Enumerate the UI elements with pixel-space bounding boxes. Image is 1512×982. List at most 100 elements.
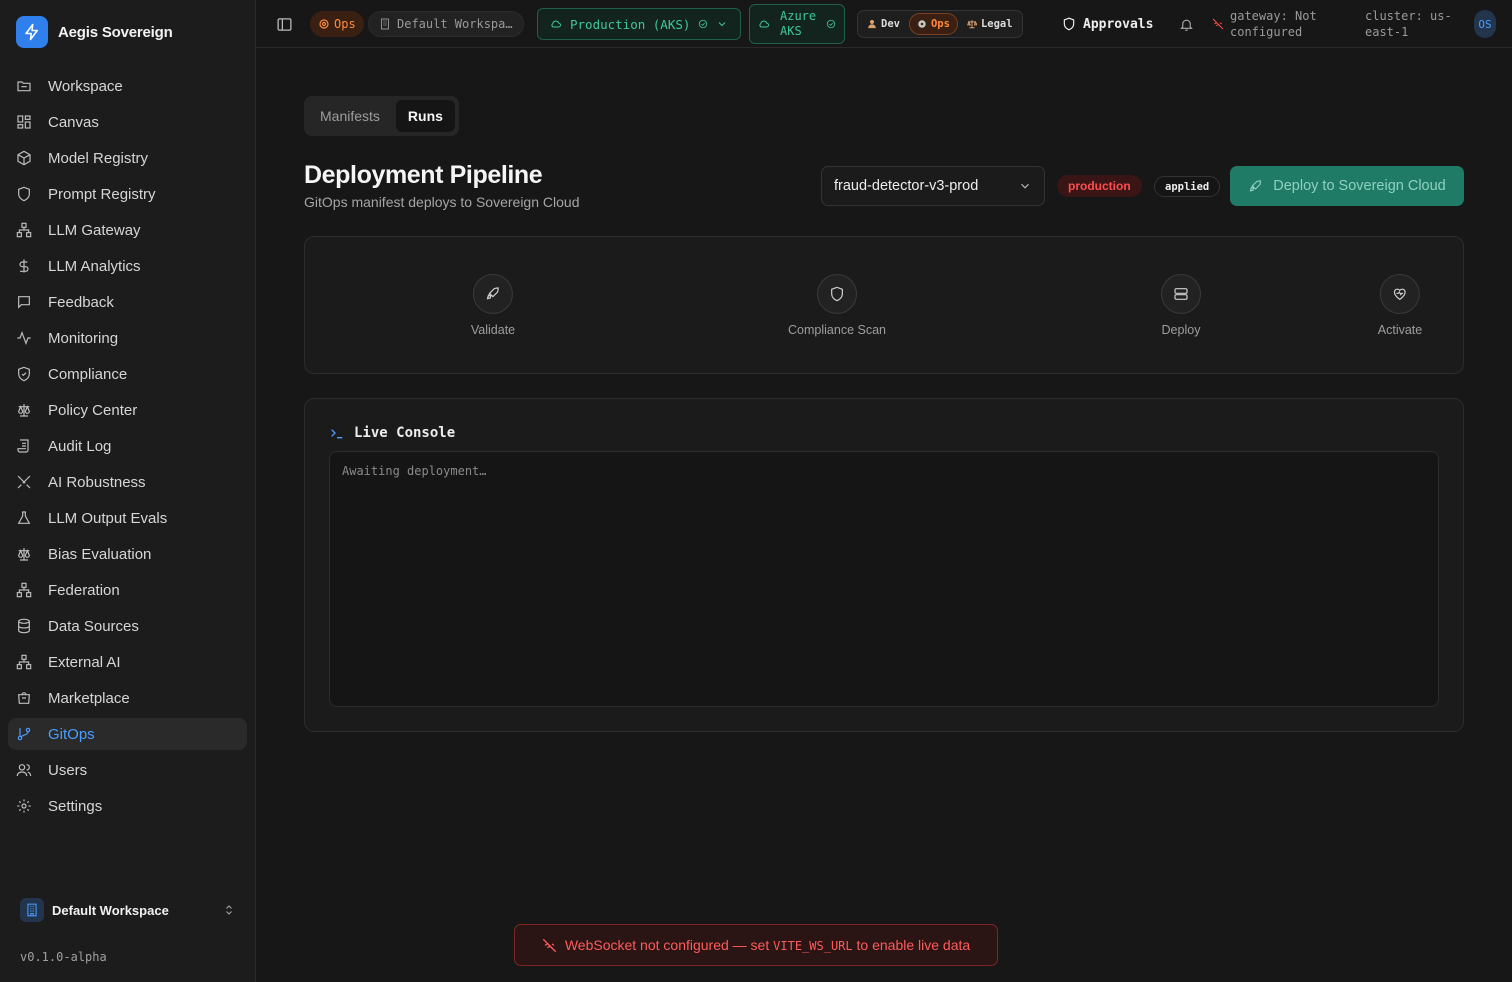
- sidebar-item-label: Marketplace: [48, 689, 130, 707]
- status-badge: applied: [1154, 176, 1221, 197]
- flask-icon: [17, 511, 31, 524]
- workspace-breadcrumb[interactable]: Default Workspa…: [368, 11, 524, 37]
- ops-badge[interactable]: Ops: [310, 11, 364, 37]
- cluster-status: cluster: us- east-1: [1365, 0, 1452, 48]
- sidebar-item-settings[interactable]: Settings: [8, 790, 247, 822]
- sidebar-toggle-button[interactable]: [276, 0, 293, 48]
- git-branch-icon: [17, 727, 31, 741]
- workspace-switcher[interactable]: Default Workspace: [8, 892, 247, 928]
- scale-icon: [967, 20, 977, 29]
- sidebar-item-policy-center[interactable]: Policy Center: [8, 394, 247, 426]
- sidebar-item-compliance[interactable]: Compliance: [8, 358, 247, 390]
- manifest-select[interactable]: fraud-detector-v3-prod: [821, 166, 1045, 206]
- gateway-status: gateway: Not configured: [1212, 0, 1317, 48]
- terminal-icon: [331, 429, 343, 439]
- environment-badge: production: [1057, 175, 1142, 197]
- person-icon: [868, 19, 876, 29]
- sidebar-item-label: GitOps: [48, 725, 95, 743]
- message-icon: [18, 296, 30, 309]
- folder-icon: [17, 81, 31, 92]
- sidebar-item-feedback[interactable]: Feedback: [8, 286, 247, 318]
- stage-activate: Activate: [1378, 274, 1422, 337]
- gear-icon: [17, 799, 31, 813]
- shield-icon: [18, 186, 30, 202]
- sidebar-item-label: Compliance: [48, 365, 128, 383]
- network-icon: [16, 222, 32, 238]
- environment-selector[interactable]: Production (AKS): [537, 8, 742, 40]
- sidebar-item-audit-log[interactable]: Audit Log: [8, 430, 247, 462]
- brand[interactable]: Aegis Sovereign: [16, 16, 173, 48]
- sidebar-item-marketplace[interactable]: Marketplace: [8, 682, 247, 714]
- sidebar-item-label: Workspace: [48, 77, 123, 95]
- sidebar-item-data-sources[interactable]: Data Sources: [8, 610, 247, 642]
- sidebar-item-external-ai[interactable]: External AI: [8, 646, 247, 678]
- shield-check-icon: [18, 366, 30, 382]
- workspace-switcher-label: Default Workspace: [52, 902, 169, 918]
- sidebar-item-llm-analytics[interactable]: LLM Analytics: [8, 250, 247, 282]
- topbar: Ops Default Workspa… Production (AKS) Az…: [256, 0, 1512, 48]
- sidebar-item-model-registry[interactable]: Model Registry: [8, 142, 247, 174]
- manifest-select-value: fraud-detector-v3-prod: [834, 178, 979, 194]
- deploy-button[interactable]: Deploy to Sovereign Cloud: [1230, 166, 1464, 206]
- users-icon: [16, 764, 32, 777]
- sidebar-item-gitops[interactable]: GitOps: [8, 718, 247, 750]
- gateway-status-line2: configured: [1230, 25, 1303, 39]
- sidebar-item-llm-gateway[interactable]: LLM Gateway: [8, 214, 247, 246]
- persona-legal[interactable]: Legal: [960, 13, 1020, 35]
- cloud-provider-badge[interactable]: Azure AKS: [749, 4, 846, 44]
- cube-icon: [17, 150, 31, 166]
- console-placeholder: Awaiting deployment…: [342, 464, 487, 478]
- approvals-button[interactable]: Approvals: [1062, 0, 1153, 48]
- cloud-icon: [551, 20, 561, 28]
- network-icon: [16, 654, 32, 670]
- console-title: Live Console: [354, 425, 456, 441]
- deploy-button-label: Deploy to Sovereign Cloud: [1273, 178, 1446, 194]
- sidebar: Aegis Sovereign Workspace Canvas Model R…: [0, 0, 256, 982]
- view-tabs: Manifests Runs: [304, 96, 459, 136]
- wifi-off-icon: [542, 938, 557, 952]
- sidebar-item-label: Users: [48, 761, 88, 779]
- sidebar-item-label: Federation: [48, 581, 120, 599]
- shield-icon: [817, 274, 857, 314]
- console-header: Live Console: [329, 425, 455, 441]
- sidebar-item-workspace[interactable]: Workspace: [8, 70, 247, 102]
- chevron-down-icon: [1021, 183, 1029, 189]
- sidebar-item-prompt-registry[interactable]: Prompt Registry: [8, 178, 247, 210]
- stage-label: Validate: [470, 323, 516, 337]
- grid-icon: [17, 115, 31, 129]
- notifications-button[interactable]: [1179, 0, 1194, 48]
- sidebar-item-users[interactable]: Users: [8, 754, 247, 786]
- cloud-provider-label: Azure AKS: [780, 9, 817, 38]
- sidebar-item-canvas[interactable]: Canvas: [8, 106, 247, 138]
- sidebar-item-label: Audit Log: [48, 437, 112, 455]
- swords-icon: [17, 475, 31, 489]
- tab-runs[interactable]: Runs: [395, 100, 455, 132]
- sidebar-item-label: External AI: [48, 653, 121, 671]
- store-icon: [18, 692, 30, 704]
- chevron-down-icon: [719, 22, 726, 27]
- sidebar-item-llm-output-evals[interactable]: LLM Output Evals: [8, 502, 247, 534]
- persona-ops[interactable]: Ops: [908, 13, 958, 35]
- stage-label: Deploy: [1161, 323, 1201, 337]
- persona-dev[interactable]: Dev: [860, 13, 907, 35]
- sidebar-item-label: Prompt Registry: [48, 185, 156, 203]
- websocket-warning-toast: WebSocket not configured — set VITE_WS_U…: [514, 924, 998, 966]
- scale-icon: [18, 548, 30, 561]
- stage-compliance-scan: Compliance Scan: [788, 274, 886, 337]
- sidebar-item-label: Bias Evaluation: [48, 545, 152, 563]
- user-avatar[interactable]: OS: [1474, 10, 1496, 38]
- sidebar-item-bias-evaluation[interactable]: Bias Evaluation: [8, 538, 247, 570]
- sidebar-item-monitoring[interactable]: Monitoring: [8, 322, 247, 354]
- console-output[interactable]: Awaiting deployment…: [329, 451, 1439, 707]
- sidebar-item-federation[interactable]: Federation: [8, 574, 247, 606]
- database-icon: [18, 618, 30, 634]
- app-version: v0.1.0-alpha: [20, 950, 107, 964]
- check-circle-icon: [826, 19, 836, 29]
- sidebar-item-label: Feedback: [48, 293, 114, 311]
- sidebar-item-ai-robustness[interactable]: AI Robustness: [8, 466, 247, 498]
- pipeline-stages: Validate Compliance Scan Deploy Activate: [304, 236, 1464, 374]
- cluster-status-line2: east-1: [1365, 25, 1409, 39]
- scroll-icon: [17, 439, 29, 453]
- check-circle-icon: [699, 19, 708, 29]
- tab-manifests[interactable]: Manifests: [308, 100, 392, 132]
